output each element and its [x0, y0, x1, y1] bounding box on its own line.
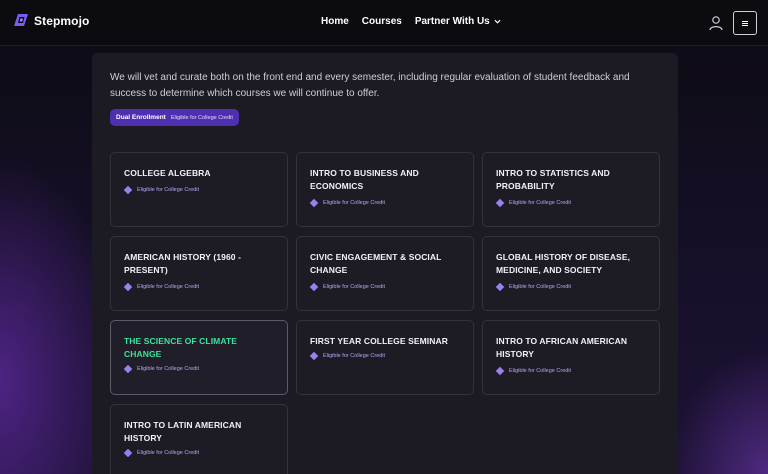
course-title: INTRO TO STATISTICS AND PROBABILITY — [496, 168, 610, 191]
hamburger-icon — [742, 20, 748, 26]
diamond-icon — [495, 198, 505, 208]
credit-badge-text: Eligible for College Credit — [323, 284, 386, 290]
course-card-business-economics[interactable]: INTRO TO BUSINESS AND ECONOMICS Eligible… — [296, 152, 474, 227]
course-card-college-algebra[interactable]: COLLEGE ALGEBRA Eligible for College Cre… — [110, 152, 288, 227]
credit-badge-text: Eligible for College Credit — [509, 368, 572, 374]
main-menu: Home Courses Partner With Us — [321, 16, 514, 27]
course-title: THE SCIENCE OF CLIMATE CHANGE — [124, 336, 238, 359]
course-title: GLOBAL HISTORY OF DISEASE, MEDICINE, AND… — [496, 252, 631, 275]
courses-panel: We will vet and curate both on the front… — [92, 53, 678, 474]
course-card-statistics-probability[interactable]: INTRO TO STATISTICS AND PROBABILITY Elig… — [482, 152, 660, 227]
credit-badge: Eligible for College Credit — [495, 366, 646, 376]
course-title: INTRO TO AFRICAN AMERICAN HISTORY — [496, 336, 628, 359]
diamond-icon — [123, 282, 133, 292]
course-card-latin-american-history[interactable]: INTRO TO LATIN AMERICAN HISTORY Eligible… — [110, 404, 288, 474]
credit-badge-text: Eligible for College Credit — [509, 200, 572, 206]
brand-name: Stepmojo — [34, 14, 90, 28]
diamond-icon — [123, 364, 133, 374]
diamond-icon — [309, 282, 319, 292]
nav-partner-dropdown[interactable]: Partner With Us — [415, 16, 501, 27]
course-title: AMERICAN HISTORY (1960 - PRESENT) — [124, 252, 242, 275]
credit-badge: Eligible for College Credit — [495, 282, 646, 292]
course-title: COLLEGE ALGEBRA — [124, 168, 211, 178]
nav-courses-link[interactable]: Courses — [362, 16, 402, 27]
credit-badge: Eligible for College Credit — [309, 198, 460, 208]
diamond-icon — [495, 366, 505, 376]
credit-badge-text: Eligible for College Credit — [137, 366, 200, 372]
diamond-icon — [495, 282, 505, 292]
course-card-first-year-seminar[interactable]: FIRST YEAR COLLEGE SEMINAR Eligible for … — [296, 320, 474, 395]
credit-badge: Eligible for College Credit — [123, 185, 274, 195]
intro-text: We will vet and curate both on the front… — [110, 72, 630, 99]
stepmojo-logo-icon — [14, 14, 28, 28]
nav-partner-label: Partner With Us — [414, 16, 490, 27]
course-card-civic-engagement[interactable]: CIVIC ENGAGEMENT & SOCIAL CHANGE Eligibl… — [296, 236, 474, 311]
credit-badge: Eligible for College Credit — [309, 351, 460, 361]
top-navbar: Stepmojo Home Courses Partner With Us — [0, 0, 768, 46]
course-title: INTRO TO BUSINESS AND ECONOMICS — [310, 168, 419, 191]
credit-badge-text: Eligible for College Credit — [137, 450, 200, 456]
course-card-climate-change[interactable]: THE SCIENCE OF CLIMATE CHANGE Eligible f… — [110, 320, 288, 395]
nav-home-link[interactable]: Home — [321, 16, 349, 27]
diamond-icon — [123, 448, 133, 458]
credit-badge: Eligible for College Credit — [123, 364, 274, 374]
course-title: CIVIC ENGAGEMENT & SOCIAL CHANGE — [310, 252, 442, 275]
course-card-american-history[interactable]: AMERICAN HISTORY (1960 - PRESENT) Eligib… — [110, 236, 288, 311]
credit-badge-text: Eligible for College Credit — [323, 200, 386, 206]
credit-badge: Eligible for College Credit — [309, 282, 460, 292]
dual-enrollment-pill: Dual Enrollment Eligible for College Cre… — [110, 109, 239, 126]
user-icon[interactable] — [708, 15, 724, 31]
credit-badge: Eligible for College Credit — [123, 282, 274, 292]
pill-label: Dual Enrollment — [116, 114, 166, 121]
course-card-global-history-disease[interactable]: GLOBAL HISTORY OF DISEASE, MEDICINE, AND… — [482, 236, 660, 311]
credit-badge-text: Eligible for College Credit — [509, 284, 572, 290]
course-title: FIRST YEAR COLLEGE SEMINAR — [310, 336, 448, 346]
diamond-icon — [123, 185, 133, 195]
credit-badge-text: Eligible for College Credit — [323, 353, 386, 359]
chevron-down-icon — [494, 19, 501, 24]
brand-logo-link[interactable]: Stepmojo — [14, 14, 89, 28]
course-card-african-american-history[interactable]: INTRO TO AFRICAN AMERICAN HISTORY Eligib… — [482, 320, 660, 395]
hamburger-menu-button[interactable] — [733, 11, 757, 35]
diamond-icon — [309, 198, 319, 208]
credit-badge: Eligible for College Credit — [495, 198, 646, 208]
course-title: INTRO TO LATIN AMERICAN HISTORY — [124, 420, 242, 443]
credit-badge: Eligible for College Credit — [123, 448, 274, 458]
credit-badge-text: Eligible for College Credit — [137, 284, 200, 290]
diamond-icon — [309, 351, 319, 361]
credit-badge-text: Eligible for College Credit — [137, 187, 200, 193]
pill-sublabel: Eligible for College Credit — [170, 114, 233, 121]
